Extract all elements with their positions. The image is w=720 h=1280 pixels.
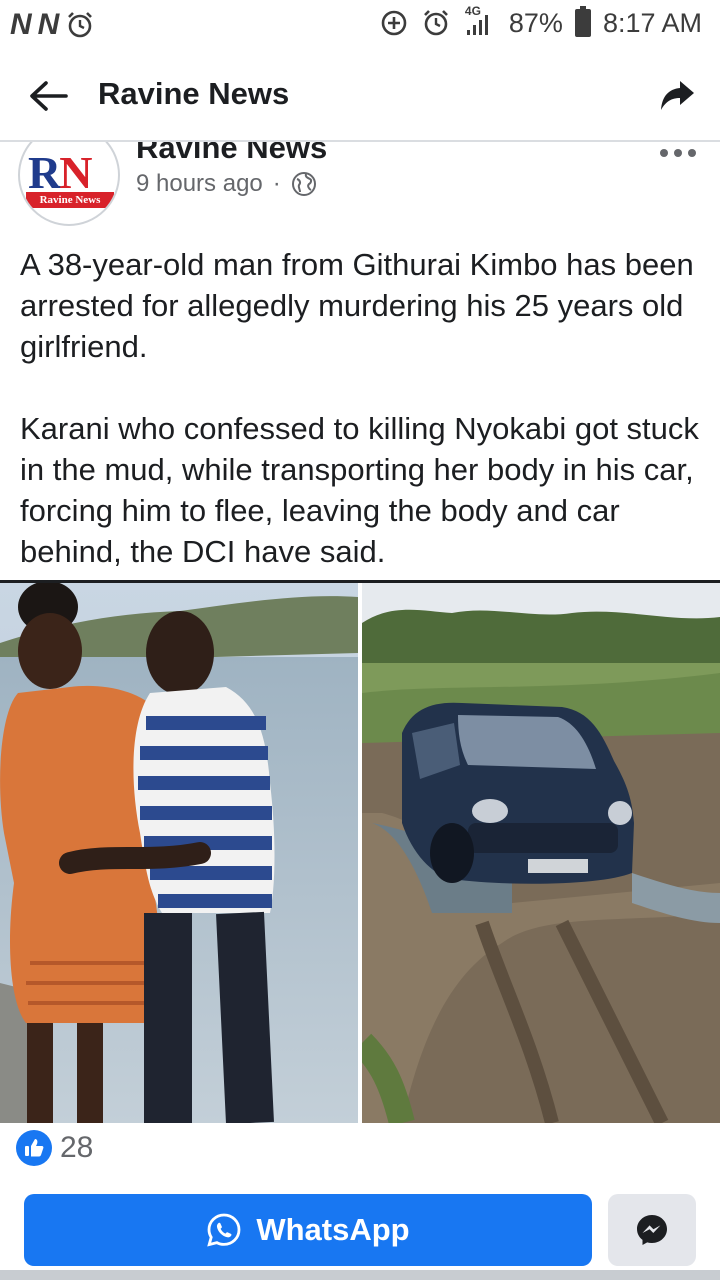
status-left-icons: N N — [10, 8, 95, 42]
back-arrow-icon — [30, 81, 68, 111]
post-photos — [0, 580, 720, 1123]
couple-photo[interactable] — [0, 583, 358, 1123]
messenger-button[interactable] — [608, 1194, 696, 1266]
post-text: A 38-year-old man from Githurai Kimbo ha… — [20, 244, 710, 572]
car-in-mud-photo[interactable] — [362, 583, 720, 1123]
avatar-letter-r: R — [28, 147, 61, 198]
post-paragraph-1: A 38-year-old man from Githurai Kimbo ha… — [20, 247, 694, 364]
share-button[interactable] — [656, 72, 700, 120]
signal-icon: 4G — [463, 4, 497, 40]
like-count: 28 — [60, 1131, 94, 1164]
page-avatar[interactable]: RN Ravine News — [18, 142, 120, 226]
status-time: 8:17 AM — [602, 7, 702, 38]
alarm-icon-right — [423, 10, 448, 36]
like-icon — [16, 1130, 52, 1166]
data-saver-icon — [381, 10, 407, 36]
more-options-icon — [660, 149, 696, 157]
globe-icon — [291, 172, 316, 196]
status-bar: N N 4G 87% 8:17 AM — [0, 0, 720, 50]
more-options-button[interactable] — [656, 144, 700, 168]
notification-n-icon-1: N — [10, 8, 32, 41]
back-button[interactable] — [24, 72, 72, 120]
status-right-icons: 4G 87% 8:17 AM — [379, 4, 702, 40]
whatsapp-button-label: WhatsApp — [256, 1212, 410, 1247]
battery-icon — [574, 6, 591, 37]
avatar-strip-text: Ravine News — [26, 192, 114, 208]
bottom-edge — [0, 1270, 720, 1280]
header-title: Ravine News — [98, 76, 290, 111]
alarm-icon — [68, 12, 93, 38]
share-arrow-icon — [661, 81, 694, 110]
meta-separator: · — [272, 170, 281, 197]
whatsapp-icon — [207, 1213, 241, 1247]
post-page-name[interactable]: Ravine News — [136, 142, 327, 166]
avatar-letter-n: N — [59, 147, 92, 198]
reactions-summary[interactable]: 28 — [16, 1130, 93, 1166]
post-time[interactable]: 9 hours ago — [136, 170, 263, 198]
battery-percentage: 87% — [508, 7, 563, 38]
whatsapp-button[interactable]: WhatsApp — [24, 1194, 592, 1266]
notification-n-icon-2: N — [37, 8, 60, 41]
post-header: RN Ravine News Ravine News 9 hours ago · — [0, 142, 720, 232]
app-header: Ravine News — [0, 50, 720, 142]
post-meta: 9 hours ago · — [136, 170, 317, 198]
post-paragraph-2: Karani who confessed to killing Nyokabi … — [20, 411, 699, 569]
messenger-icon — [637, 1215, 667, 1245]
